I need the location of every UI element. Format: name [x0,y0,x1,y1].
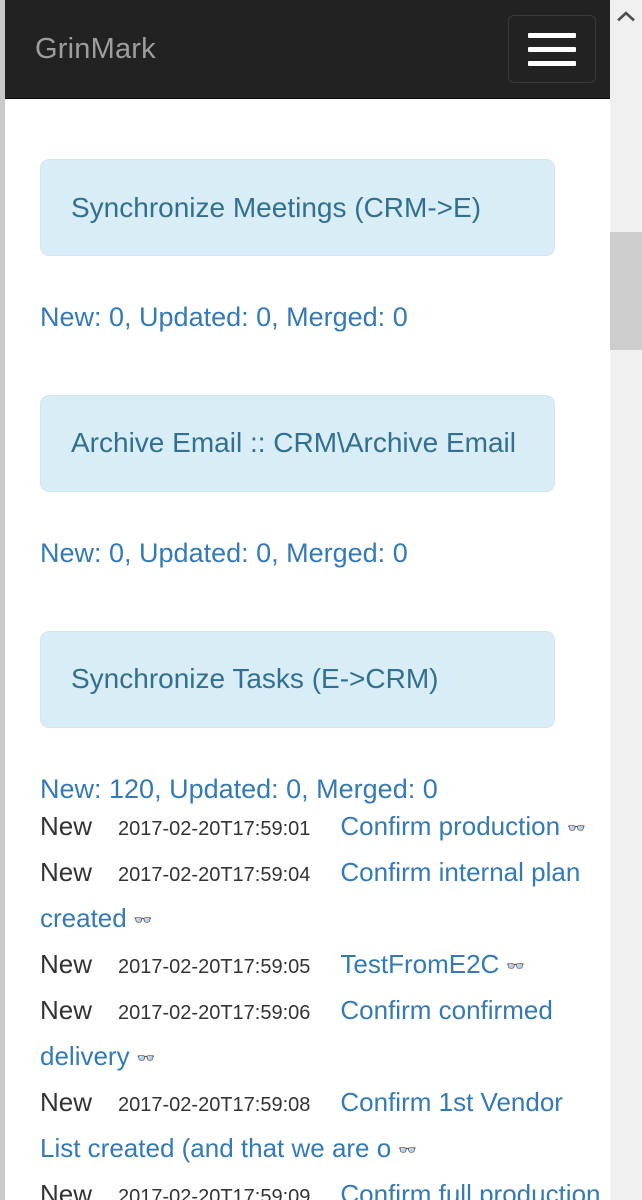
table-row: New 2017-02-20T17:59:04 Confirm internal p… [40,854,605,946]
sync-meetings-button[interactable]: Synchronize Meetings (CRM->E) [40,159,555,256]
row-title-link[interactable]: TestFromE2C [310,949,499,979]
row-timestamp: 2017-02-20T17:59:09 [118,1186,311,1200]
table-row: New 2017-02-20T17:59:08 Confirm 1st Vendor… [40,1084,605,1176]
row-timestamp: 2017-02-20T17:59:05 [118,956,311,979]
row-status: New [40,857,93,888]
row-status: New [40,995,93,1026]
sync-stats-line: New: 0, Updated: 0, Merged: 0 [40,537,408,568]
row-timestamp: 2017-02-20T17:59:06 [118,1002,311,1025]
sync-tasks-button[interactable]: Synchronize Tasks (E->CRM) [40,630,555,728]
main-content: Synchronize Meetings (CRM->E) New: 0, Up… [5,159,610,1200]
sync-result-list: New 2017-02-20T17:59:01 Confirm production… [40,808,610,1200]
sync-block: Synchronize Tasks (E->CRM) New: 120, Upd… [40,630,610,1200]
page-body: GrinMark Synchronize Meetings (CRM->E) N… [5,0,610,1200]
hamburger-bar-3 [528,60,576,66]
hamburger-menu-button[interactable] [508,15,596,83]
row-title-link[interactable]: Confirm full production [310,1179,600,1200]
row-title-link[interactable]: Confirm production [310,811,560,841]
row-status: New [40,1087,93,1118]
table-row: New 2017-02-20T17:59:05 TestFromE2C 👓 [40,946,605,992]
glasses-icon: 👓 [398,1142,417,1160]
glasses-icon: 👓 [133,912,153,930]
vertical-scrollbar[interactable] [610,0,642,1200]
table-row: New 2017-02-20T17:59:01 Confirm production… [40,808,605,854]
row-timestamp: 2017-02-20T17:59:01 [118,818,311,841]
sync-stats-line: New: 120, Updated: 0, Merged: 0 [40,773,438,804]
sync-stats-line: New: 0, Updated: 0, Merged: 0 [40,302,408,332]
row-timestamp: 2017-02-20T17:59:04 [118,864,311,887]
row-status: New [40,811,93,842]
glasses-icon: 👓 [567,820,586,838]
top-navbar: GrinMark [5,0,610,99]
glasses-icon: 👓 [506,958,525,976]
table-row: New 2017-02-20T17:59:09 Confirm full produ… [40,1176,605,1200]
glasses-icon: 👓 [136,1050,156,1068]
row-status: New [40,1179,93,1200]
sync-block: Archive Email :: CRM\Archive Email New: … [40,394,610,571]
hamburger-bar-2 [528,46,576,52]
table-row: New 2017-02-20T17:59:06 Confirm confirmed … [40,992,605,1084]
hamburger-bar-1 [528,32,576,38]
scrollbar-thumb[interactable] [610,232,642,350]
brand-title[interactable]: GrinMark [35,34,156,64]
row-status: New [40,949,93,980]
browser-viewport: GrinMark Synchronize Meetings (CRM->E) N… [0,0,642,1200]
row-timestamp: 2017-02-20T17:59:08 [118,1094,311,1117]
chevron-up-icon [617,11,635,22]
archive-email-button[interactable]: Archive Email :: CRM\Archive Email [40,394,555,492]
sync-block: Synchronize Meetings (CRM->E) New: 0, Up… [40,159,610,335]
scroll-up-button[interactable] [610,0,642,32]
